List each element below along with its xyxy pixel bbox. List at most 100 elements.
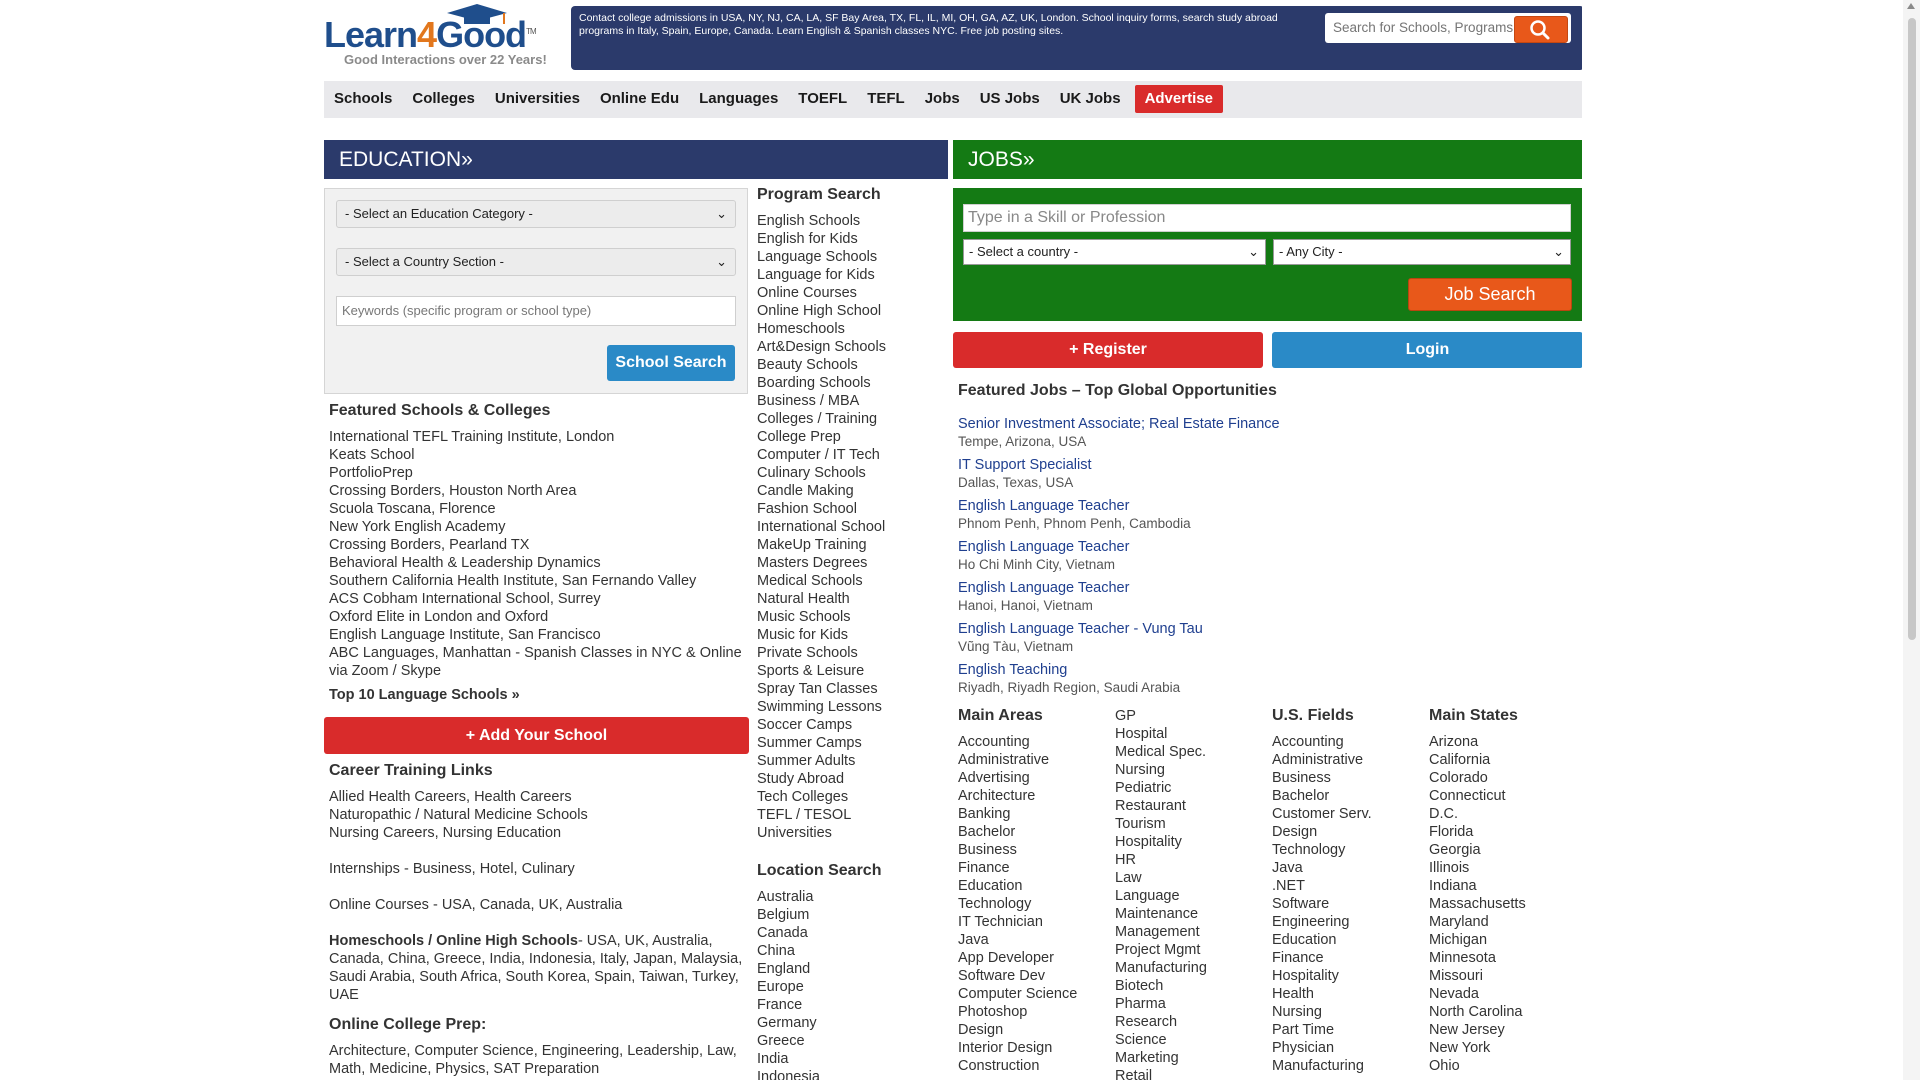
internships-link[interactable]: Internships - Business, Hotel, Culinary (329, 860, 749, 878)
us-field-link[interactable]: Part Time (1272, 1021, 1422, 1039)
program-link[interactable]: Medical Schools (757, 572, 947, 590)
job-title-link[interactable]: English Language Teacher (958, 497, 1578, 515)
program-link[interactable]: Online Courses (757, 284, 947, 302)
program-link[interactable]: Art&Design Schools (757, 338, 947, 356)
job-area-link[interactable]: Project Mgmt (1115, 941, 1265, 959)
job-area-link[interactable]: Medical Spec. (1115, 743, 1265, 761)
state-link[interactable]: Nevada (1429, 985, 1579, 1003)
job-area-link[interactable]: Marketing (1115, 1049, 1265, 1067)
school-search-button[interactable]: School Search (607, 345, 735, 381)
us-field-link[interactable]: Finance (1272, 949, 1422, 967)
program-link[interactable]: Colleges / Training (757, 410, 947, 428)
job-area-link[interactable]: Pharma (1115, 995, 1265, 1013)
us-field-link[interactable]: Education (1272, 931, 1422, 949)
job-city-select[interactable]: - Any City - ⌄ (1273, 239, 1571, 265)
job-area-link[interactable]: Science (1115, 1031, 1265, 1049)
job-area-link[interactable]: Nursing (1115, 761, 1265, 779)
program-link[interactable]: Music Schools (757, 608, 947, 626)
job-area-link[interactable]: Administrative (958, 751, 1108, 769)
state-link[interactable]: New Jersey (1429, 1021, 1579, 1039)
job-search-button[interactable]: Job Search (1408, 278, 1572, 311)
job-area-link[interactable]: Education (958, 877, 1108, 895)
us-field-link[interactable]: Accounting (1272, 733, 1422, 751)
job-area-link[interactable]: Biotech (1115, 977, 1265, 995)
featured-school-link[interactable]: Oxford Elite in London and Oxford (329, 608, 749, 626)
featured-school-link[interactable]: ACS Cobham International School, Surrey (329, 590, 749, 608)
featured-school-link[interactable]: International TEFL Training Institute, L… (329, 428, 749, 446)
us-field-link[interactable]: Nursing (1272, 1003, 1422, 1021)
location-link[interactable]: India (757, 1050, 947, 1068)
nav-tefl[interactable]: TEFL (857, 85, 915, 113)
job-title-link[interactable]: English Teaching (958, 661, 1578, 679)
program-link[interactable]: Language Schools (757, 248, 947, 266)
state-link[interactable]: Ohio (1429, 1057, 1579, 1075)
job-title-link[interactable]: English Language Teacher (958, 538, 1578, 556)
program-link[interactable]: Language for Kids (757, 266, 947, 284)
job-area-link[interactable]: Architecture (958, 787, 1108, 805)
state-link[interactable]: California (1429, 751, 1579, 769)
us-field-link[interactable]: Health (1272, 985, 1422, 1003)
job-area-link[interactable]: Management (1115, 923, 1265, 941)
featured-school-link[interactable]: PortfolioPrep (329, 464, 749, 482)
online-courses-link[interactable]: Online Courses - USA, Canada, UK, Austra… (329, 896, 749, 914)
location-link[interactable]: China (757, 942, 947, 960)
program-link[interactable]: Music for Kids (757, 626, 947, 644)
location-link[interactable]: Belgium (757, 906, 947, 924)
featured-school-link[interactable]: Southern California Health Institute, Sa… (329, 572, 749, 590)
program-link[interactable]: English Schools (757, 212, 947, 230)
program-link[interactable]: Online High School (757, 302, 947, 320)
job-area-link[interactable]: Research (1115, 1013, 1265, 1031)
nav-colleges[interactable]: Colleges (402, 85, 485, 113)
us-field-link[interactable]: Technology (1272, 841, 1422, 859)
program-link[interactable]: Tech Colleges (757, 788, 947, 806)
program-link[interactable]: Boarding Schools (757, 374, 947, 392)
program-link[interactable]: Natural Health (757, 590, 947, 608)
education-category-select[interactable]: - Select an Education Category - ⌄ (336, 200, 736, 228)
job-area-link[interactable]: HR (1115, 851, 1265, 869)
job-area-link[interactable]: Retail (1115, 1067, 1265, 1080)
job-area-link[interactable]: Interior Design (958, 1039, 1108, 1057)
program-link[interactable]: Summer Adults (757, 752, 947, 770)
job-area-link[interactable]: Law (1115, 869, 1265, 887)
featured-school-link[interactable]: Behavioral Health & Leadership Dynamics (329, 554, 749, 572)
featured-school-link[interactable]: Crossing Borders, Pearland TX (329, 536, 749, 554)
state-link[interactable]: Maryland (1429, 913, 1579, 931)
job-area-link[interactable]: Pediatric (1115, 779, 1265, 797)
program-link[interactable]: College Prep (757, 428, 947, 446)
featured-school-link[interactable]: Keats School (329, 446, 749, 464)
nav-jobs[interactable]: Jobs (915, 85, 970, 113)
state-link[interactable]: New York (1429, 1039, 1579, 1057)
job-area-link[interactable]: Technology (958, 895, 1108, 913)
state-link[interactable]: Georgia (1429, 841, 1579, 859)
job-area-link[interactable]: Accounting (958, 733, 1108, 751)
career-link[interactable]: Nursing Careers, Nursing Education (329, 824, 749, 842)
job-country-select[interactable]: - Select a country - ⌄ (963, 239, 1266, 265)
us-field-link[interactable]: Physician (1272, 1039, 1422, 1057)
program-link[interactable]: English for Kids (757, 230, 947, 248)
state-link[interactable]: Florida (1429, 823, 1579, 841)
job-area-link[interactable]: Business (958, 841, 1108, 859)
job-area-link[interactable]: Design (958, 1021, 1108, 1039)
job-area-link[interactable]: Advertising (958, 769, 1108, 787)
site-search-button[interactable] (1514, 16, 1568, 43)
location-link[interactable]: Greece (757, 1032, 947, 1050)
program-link[interactable]: Sports & Leisure (757, 662, 947, 680)
job-area-link[interactable]: Manufacturing (1115, 959, 1265, 977)
program-link[interactable]: Candle Making (757, 482, 947, 500)
program-link[interactable]: Homeschools (757, 320, 947, 338)
us-field-link[interactable]: Hospitality (1272, 967, 1422, 985)
us-field-link[interactable]: Manufacturing (1272, 1057, 1422, 1075)
job-title-link[interactable]: English Language Teacher (958, 579, 1578, 597)
job-area-link[interactable]: GP (1115, 707, 1265, 725)
job-area-link[interactable]: Banking (958, 805, 1108, 823)
nav-advertise[interactable]: Advertise (1134, 85, 1223, 113)
location-link[interactable]: Indonesia (757, 1068, 947, 1080)
jobs-heading[interactable]: JOBS» (953, 140, 1582, 179)
location-link[interactable]: Canada (757, 924, 947, 942)
state-link[interactable]: North Carolina (1429, 1003, 1579, 1021)
job-area-link[interactable]: Software Dev (958, 967, 1108, 985)
job-area-link[interactable]: Language (1115, 887, 1265, 905)
state-link[interactable]: Colorado (1429, 769, 1579, 787)
us-field-link[interactable]: Java (1272, 859, 1422, 877)
program-link[interactable]: TEFL / TESOL (757, 806, 947, 824)
